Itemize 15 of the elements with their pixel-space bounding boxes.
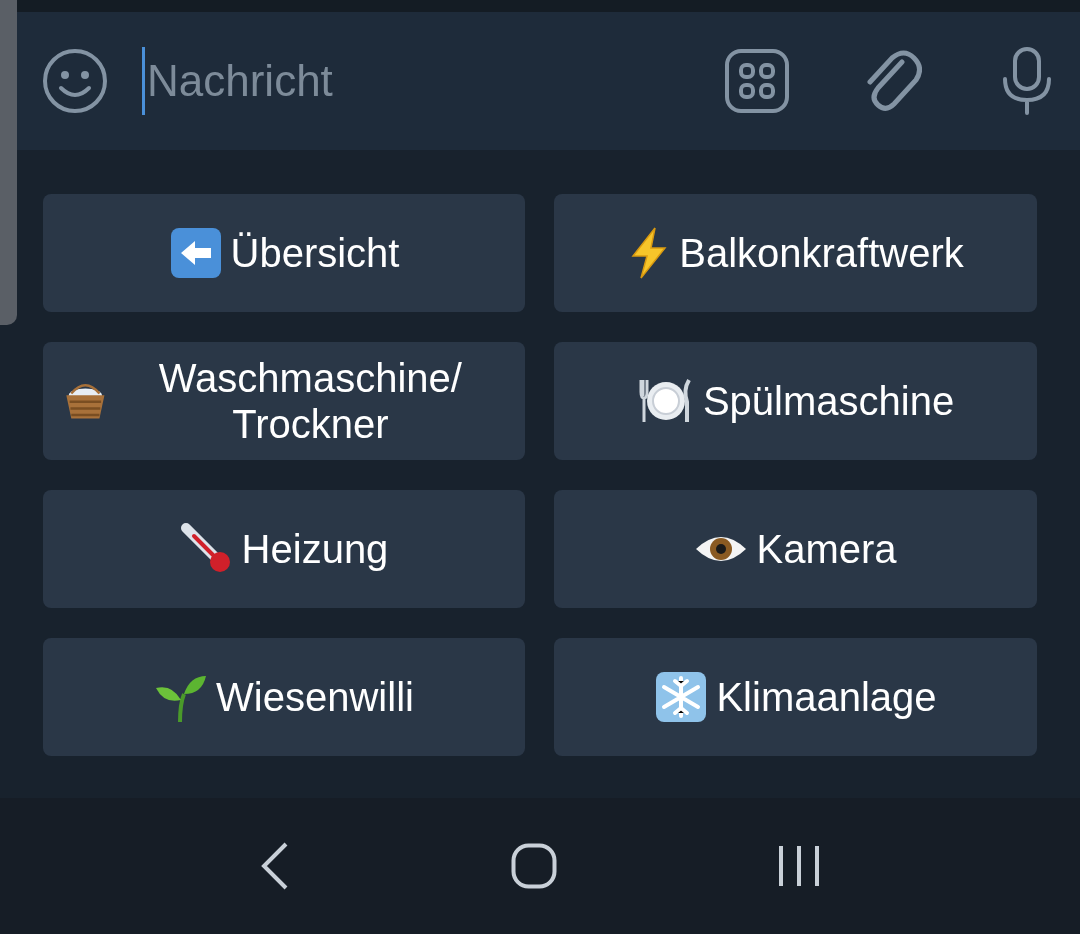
keyboard-button[interactable]: Klimaanlage bbox=[554, 638, 1037, 756]
keyboard-button[interactable]: Wiesenwilli bbox=[43, 638, 525, 756]
microphone-button[interactable] bbox=[1000, 46, 1054, 116]
keyboard-button[interactable]: Balkonkraftwerk bbox=[554, 194, 1037, 312]
keyboard-button[interactable]: Waschmaschine/ Trockner bbox=[43, 342, 525, 460]
keyboard-button[interactable]: Spülmaschine bbox=[554, 342, 1037, 460]
recent-apps-button[interactable] bbox=[777, 844, 820, 888]
scroll-handle[interactable] bbox=[0, 0, 17, 325]
emoji-button[interactable] bbox=[42, 48, 108, 114]
keyboard-button[interactable]: Kamera bbox=[554, 490, 1037, 608]
bot-keyboard-button[interactable] bbox=[724, 48, 790, 114]
keyboard-button[interactable]: Übersicht bbox=[43, 194, 525, 312]
home-button[interactable] bbox=[511, 843, 557, 889]
snowflake-icon bbox=[654, 670, 709, 724]
keyboard-button[interactable]: Heizung bbox=[43, 490, 525, 608]
